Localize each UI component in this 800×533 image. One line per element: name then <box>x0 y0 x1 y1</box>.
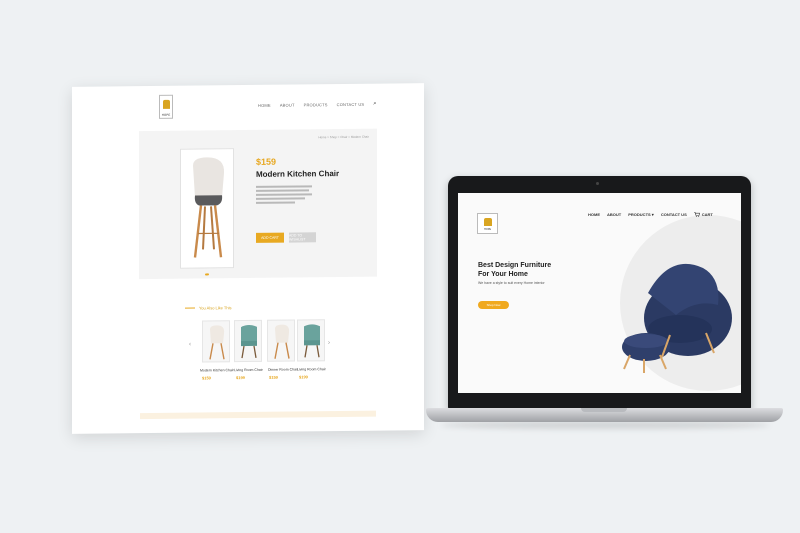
cart-icon <box>693 212 700 217</box>
laptop-lid: HOPE HOME ABOUT PRODUCTS ▾ CONTACT US CA… <box>448 176 751 410</box>
wishlist-button[interactable]: ADD TO WISHLIST <box>289 232 316 243</box>
hero-title: Best Design Furniture For Your Home <box>478 261 551 279</box>
nav-contact[interactable]: CONTACT US <box>337 102 365 108</box>
logo-mark-icon <box>484 218 492 226</box>
carousel-indicator[interactable] <box>205 273 209 276</box>
trackpad-notch <box>581 408 627 412</box>
footer <box>140 410 376 420</box>
similar-item-price: $199 <box>236 375 245 381</box>
product-page-mockup: HOPE HOME ABOUT PRODUCTS CONTACT US ⌕ Ho… <box>72 83 424 434</box>
lounge-chair-image <box>622 263 732 373</box>
hero-subtitle: We have a style to suit every Home inter… <box>478 281 545 285</box>
similar-products-heading: You Also Like This <box>185 305 232 311</box>
hero-title-line2: For Your Home <box>478 271 528 278</box>
similar-item-image[interactable] <box>234 319 262 363</box>
nav-home[interactable]: HOME <box>588 212 600 217</box>
cart-label: CART <box>701 212 713 217</box>
similar-item-image[interactable] <box>297 319 325 362</box>
similar-item-price: $159 <box>269 374 278 380</box>
chair-image <box>193 157 225 258</box>
similar-item-name[interactable]: Dinner Room Chair <box>268 367 298 371</box>
logo-text: HOPE <box>161 112 171 117</box>
camera-icon <box>596 182 599 185</box>
laptop-base <box>426 408 783 422</box>
nav-cart[interactable]: CART <box>693 212 713 217</box>
similar-item-price: $159 <box>202 375 211 381</box>
logo-mark-icon <box>163 99 170 109</box>
site-logo[interactable]: HOPE <box>159 94 173 119</box>
product-name: Modern Kitchen Chair <box>256 169 340 179</box>
carousel-next-icon[interactable]: › <box>328 340 330 346</box>
nav-products[interactable]: PRODUCTS ▾ <box>628 212 654 217</box>
similar-item-price: $199 <box>299 374 308 380</box>
similar-item-name[interactable]: Modern Kitchen Chair <box>200 368 234 372</box>
main-nav: HOME ABOUT PRODUCTS ▾ CONTACT US CART <box>588 212 713 217</box>
heading-rule <box>185 307 195 309</box>
product-description <box>256 185 312 206</box>
product-image[interactable] <box>180 148 234 269</box>
search-icon[interactable]: ⌕ <box>373 101 377 108</box>
similar-title-text: You Also Like This <box>199 305 232 311</box>
logo-text: HOPE <box>483 228 492 231</box>
laptop-screen: HOPE HOME ABOUT PRODUCTS ▾ CONTACT US CA… <box>458 193 741 393</box>
nav-about[interactable]: ABOUT <box>280 103 295 109</box>
nav-home[interactable]: HOME <box>258 103 271 109</box>
breadcrumb: Home > Shop > Chair > Modern Chair <box>318 134 369 140</box>
main-nav: HOME ABOUT PRODUCTS CONTACT US ⌕ <box>258 101 377 109</box>
site-logo[interactable]: HOPE <box>477 213 498 234</box>
product-price: $159 <box>256 156 277 167</box>
hero-title-line1: Best Design Furniture <box>478 262 552 269</box>
nav-products[interactable]: PRODUCTS <box>304 102 328 108</box>
similar-item-name[interactable]: Living Room Chair <box>297 367 326 371</box>
product-detail: Home > Shop > Chair > Modern Chair $159 … <box>139 128 377 280</box>
nav-contact[interactable]: CONTACT US <box>661 212 687 217</box>
carousel-prev-icon[interactable]: ‹ <box>189 342 191 348</box>
shop-now-button[interactable]: Shop Now <box>478 301 509 309</box>
laptop-shadow <box>440 421 770 429</box>
nav-about[interactable]: ABOUT <box>607 212 621 217</box>
similar-item-name[interactable]: Living Room Chair <box>234 368 263 372</box>
similar-item-image[interactable] <box>202 320 230 363</box>
similar-item-image[interactable] <box>267 319 295 362</box>
add-to-cart-button[interactable]: ADD CART <box>256 232 284 243</box>
